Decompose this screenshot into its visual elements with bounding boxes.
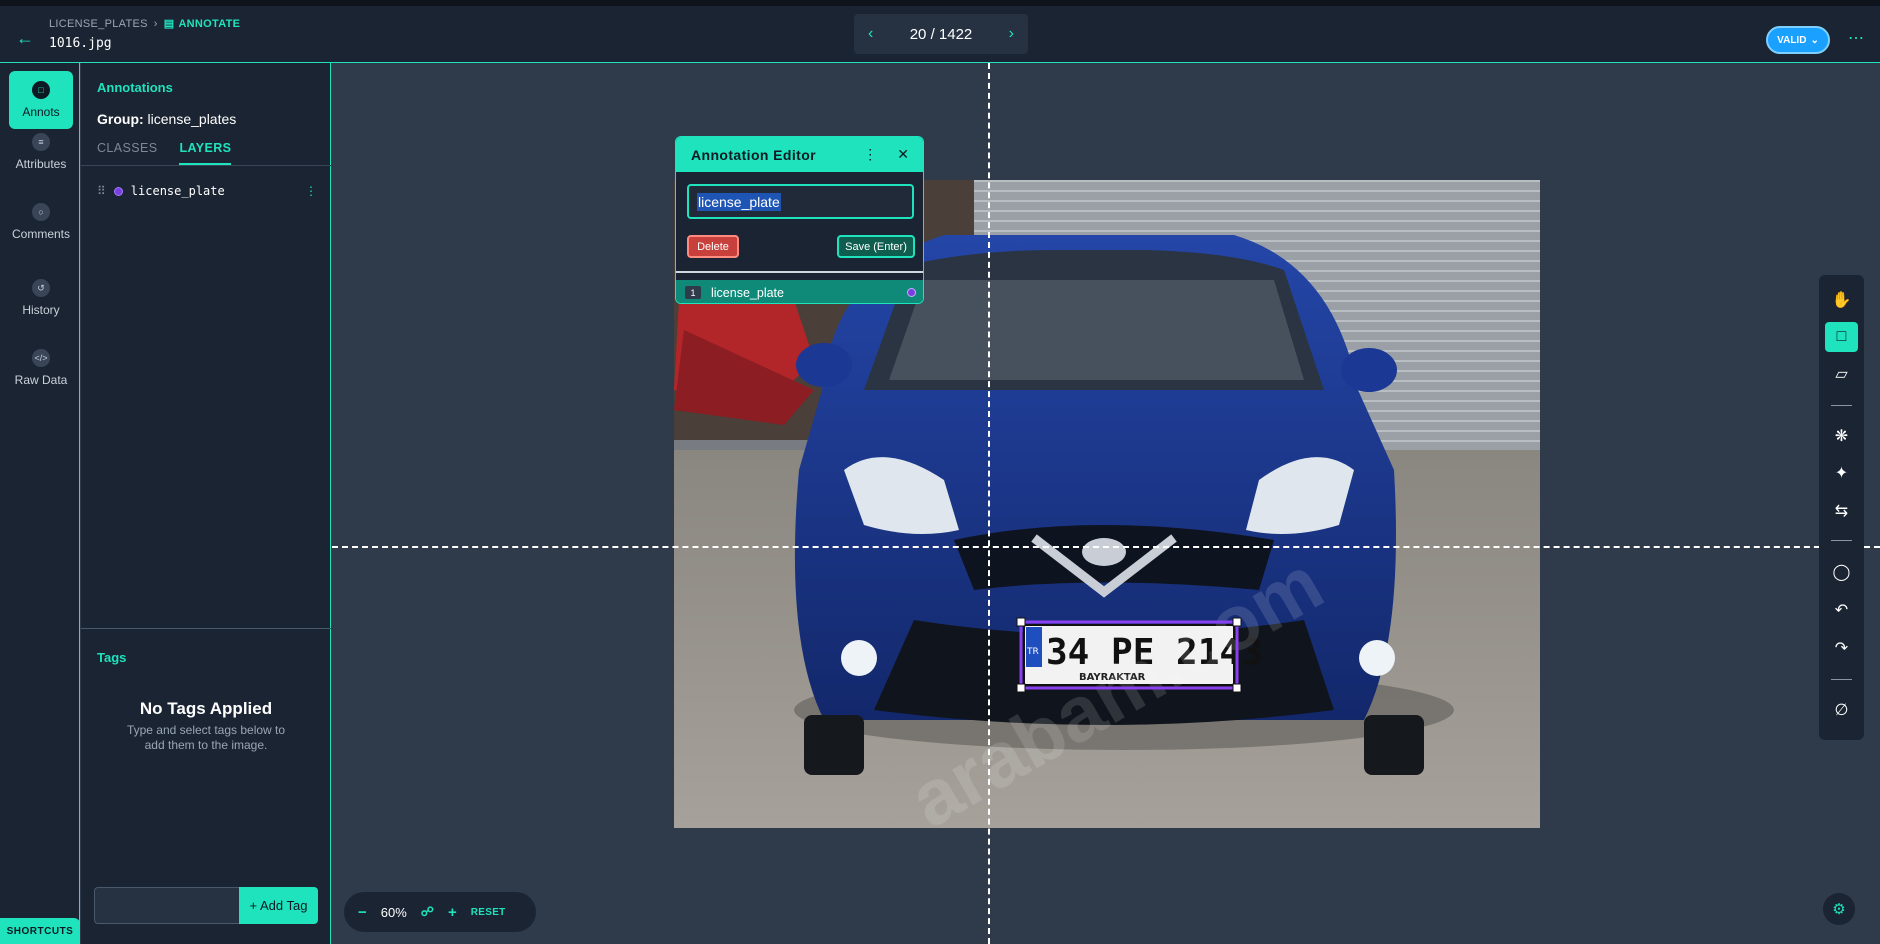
image-pager: ‹ 20 / 1422 › xyxy=(854,14,1028,54)
tabs-divider xyxy=(81,165,331,166)
comment-icon[interactable]: ◯ xyxy=(1825,557,1858,587)
redo-icon[interactable]: ↷ xyxy=(1825,633,1858,663)
magic-wand-icon[interactable]: ✦ xyxy=(1825,458,1858,488)
layer-name: license_plate xyxy=(130,184,225,198)
comment-icon: ○ xyxy=(32,203,50,221)
class-color-dot xyxy=(907,288,916,297)
breadcrumb: LICENSE_PLATES › ▤ ANNOTATE xyxy=(49,17,241,31)
class-name-value: license_plate xyxy=(697,192,781,211)
image-icon: ▤ xyxy=(163,18,175,30)
rail-item-history[interactable]: ↺ History xyxy=(9,269,73,327)
reset-zoom-button[interactable]: RESET xyxy=(471,907,506,918)
save-button[interactable]: Save (Enter) xyxy=(837,235,915,258)
tags-title: Tags xyxy=(97,650,127,665)
add-tag-button[interactable]: + Add Tag xyxy=(239,887,318,924)
history-icon: ↺ xyxy=(32,279,50,297)
class-option[interactable]: 1 license_plate xyxy=(676,280,923,303)
annotations-panel: Annotations Group: license_plates CLASSE… xyxy=(81,63,331,944)
annotation-editor: Annotation Editor ⋮ ✕ license_plate Dele… xyxy=(675,136,924,304)
breadcrumb-root[interactable]: LICENSE_PLATES xyxy=(49,18,148,30)
rail-item-label: Raw Data xyxy=(14,373,68,387)
status-dropdown[interactable]: VALID ⌄ xyxy=(1766,26,1830,54)
tags-empty-title: No Tags Applied xyxy=(139,699,273,718)
pager-count: 20 / 1422 xyxy=(909,25,973,43)
tags-divider xyxy=(81,628,331,629)
tool-palette: ✋ □ ▱ ❋ ✦ ⇆ ◯ ↶ ↷ ∅ xyxy=(1819,275,1864,740)
bounding-box-icon[interactable]: □ xyxy=(1825,322,1858,352)
tool-divider xyxy=(1831,679,1852,680)
zoom-controls: − 60% ☍ + RESET xyxy=(344,892,536,932)
left-rail: □ Annots ≡ Attributes ○ Comments ↺ Histo… xyxy=(0,63,80,944)
tool-divider xyxy=(1831,540,1852,541)
polygon-icon[interactable]: ▱ xyxy=(1825,359,1858,389)
crosshair-vertical xyxy=(988,63,990,944)
magic-select-icon[interactable]: ❋ xyxy=(1825,421,1858,451)
tags-empty-text: Type and select tags below to add them t… xyxy=(126,723,286,752)
annotation-editor-title: Annotation Editor xyxy=(691,146,817,163)
group-key: Group: xyxy=(97,111,144,127)
rail-item-raw-data[interactable]: </> Raw Data xyxy=(9,339,73,397)
zoom-out-icon[interactable]: − xyxy=(358,904,367,921)
layer-color-dot xyxy=(113,186,123,196)
list-icon: ≡ xyxy=(32,133,50,151)
image-canvas[interactable]: TR 34 PE 2143 BAYRAKTAR arabam.com Annot… xyxy=(332,63,1880,944)
class-option-label: license_plate xyxy=(711,285,784,300)
rail-item-label: Annots xyxy=(22,105,60,119)
class-option-index: 1 xyxy=(685,286,701,299)
delete-button[interactable]: Delete xyxy=(687,235,739,258)
pan-hand-icon[interactable]: ✋ xyxy=(1825,285,1858,315)
crosshair-horizontal xyxy=(332,546,1880,548)
panel-title: Annotations xyxy=(97,80,173,95)
breadcrumb-current: ▤ ANNOTATE xyxy=(163,17,241,31)
rail-item-annots[interactable]: □ Annots xyxy=(9,71,73,129)
shortcuts-button[interactable]: SHORTCUTS xyxy=(0,918,80,944)
close-icon[interactable]: ✕ xyxy=(897,146,909,163)
class-name-input[interactable]: license_plate xyxy=(687,184,914,219)
prev-image-icon[interactable]: ‹ xyxy=(868,25,873,43)
zoom-in-icon[interactable]: + xyxy=(448,904,457,921)
tags-empty-state: No Tags Applied Type and select tags bel… xyxy=(81,699,331,753)
editor-menu-icon[interactable]: ⋮ xyxy=(863,146,877,163)
layer-menu-icon[interactable]: ⋮ xyxy=(305,184,317,198)
back-arrow-icon[interactable]: ← xyxy=(16,28,36,48)
annotation-app: ← LICENSE_PLATES › ▤ ANNOTATE 1016.jpg ‹… xyxy=(0,0,1880,944)
rail-item-label: Comments xyxy=(11,227,70,241)
hide-annotations-icon[interactable]: ∅ xyxy=(1825,695,1858,725)
lock-icon[interactable]: ☍ xyxy=(421,904,434,920)
tag-input[interactable] xyxy=(94,887,239,924)
annotation-editor-header[interactable]: Annotation Editor ⋮ ✕ xyxy=(676,137,923,172)
panel-tabs: CLASSES LAYERS xyxy=(97,141,232,165)
editor-divider xyxy=(676,271,923,273)
code-icon: </> xyxy=(32,349,50,367)
file-name: 1016.jpg xyxy=(49,36,112,51)
layer-item[interactable]: ⠿ license_plate ⋮ xyxy=(97,181,317,201)
tab-layers[interactable]: LAYERS xyxy=(179,141,232,165)
group-value: license_plates xyxy=(147,111,237,127)
status-label: VALID xyxy=(1777,34,1807,46)
breadcrumb-chevron-icon: › xyxy=(153,17,158,30)
tab-classes[interactable]: CLASSES xyxy=(97,141,157,165)
undo-icon[interactable]: ↶ xyxy=(1825,595,1858,625)
drag-handle-icon[interactable]: ⠿ xyxy=(97,184,106,198)
breadcrumb-current-label: ANNOTATE xyxy=(178,17,241,30)
rail-item-label: Attributes xyxy=(15,157,67,171)
rail-item-attributes[interactable]: ≡ Attributes xyxy=(9,123,73,181)
plate-prefix: TR xyxy=(1026,647,1039,657)
settings-gear-icon[interactable]: ⚙ xyxy=(1823,893,1855,925)
group-label: Group: license_plates xyxy=(97,111,236,127)
annotations-icon: □ xyxy=(32,81,50,99)
repeat-icon[interactable]: ⇆ xyxy=(1825,496,1858,526)
chevron-down-icon: ⌄ xyxy=(1810,34,1819,46)
more-options-icon[interactable]: ⋯ xyxy=(1848,28,1865,48)
rail-item-label: History xyxy=(22,303,60,317)
rail-item-comments[interactable]: ○ Comments xyxy=(9,193,73,251)
next-image-icon[interactable]: › xyxy=(1009,25,1014,43)
top-bar: ← LICENSE_PLATES › ▤ ANNOTATE 1016.jpg ‹… xyxy=(0,0,1880,63)
tool-divider xyxy=(1831,405,1852,406)
zoom-level: 60% xyxy=(380,904,407,920)
